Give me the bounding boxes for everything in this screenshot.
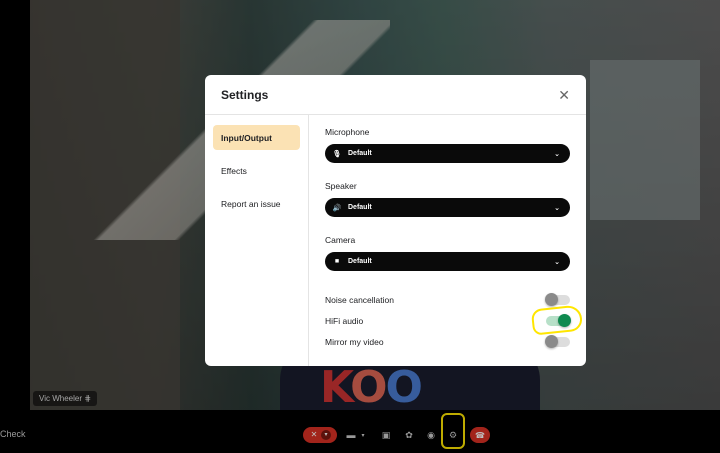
nav-item-label: Input/Output — [221, 132, 272, 143]
hifi-toggle-wrap — [530, 303, 584, 336]
close-button[interactable]: ✕ — [558, 88, 570, 102]
mirror-video-toggle[interactable] — [545, 334, 570, 348]
nav-item-effects[interactable]: Effects — [213, 158, 300, 183]
speaker-icon: 🔊 — [332, 204, 342, 212]
speaker-label: Speaker — [325, 181, 357, 191]
toggle-knob — [545, 334, 558, 348]
mirror-video-row: Mirror my video — [325, 331, 570, 352]
microphone-label: Microphone — [325, 127, 370, 137]
dialog-title: Settings — [221, 87, 269, 102]
nav-item-label: Effects — [221, 165, 247, 176]
hifi-audio-toggle[interactable] — [546, 313, 571, 327]
camera-value: Default — [348, 258, 372, 265]
chevron-down-icon: ⌄ — [554, 150, 560, 158]
nav-item-label: Report an issue — [221, 198, 281, 209]
noise-cancellation-toggle[interactable] — [545, 292, 570, 306]
chevron-down-icon: ⌄ — [554, 204, 560, 212]
chevron-down-icon: ⌄ — [554, 258, 560, 266]
noise-cancellation-row: Noise cancellation — [325, 289, 570, 310]
mic-icon: 🎙 — [332, 150, 342, 158]
video-camera-icon: ■ — [334, 258, 340, 265]
hifi-audio-label: HiFi audio — [325, 315, 364, 326]
settings-nav: Input/Output Effects Report an issue — [205, 115, 309, 366]
close-icon: ✕ — [558, 86, 570, 103]
speaker-value: Default — [348, 204, 372, 211]
hifi-audio-row: HiFi audio — [325, 303, 584, 336]
nav-item-report-issue[interactable]: Report an issue — [213, 191, 300, 216]
dialog-header: Settings ✕ — [205, 75, 586, 115]
toggle-knob — [545, 292, 558, 306]
camera-select[interactable]: ■ Default ⌄ — [325, 252, 570, 271]
mirror-video-label: Mirror my video — [325, 336, 384, 347]
camera-label: Camera — [325, 235, 356, 245]
dialog-body: Input/Output Effects Report an issue Mic… — [205, 115, 586, 366]
noise-cancellation-label: Noise cancellation — [325, 294, 394, 305]
toggle-knob — [558, 313, 571, 327]
speaker-select[interactable]: 🔊 Default ⌄ — [325, 198, 570, 217]
microphone-value: Default — [348, 150, 372, 157]
settings-content: Microphone 🎙 Default ⌄ Speaker 🔊 Default… — [309, 115, 586, 366]
settings-dialog: Settings ✕ Input/Output Effects Report a… — [205, 75, 586, 366]
nav-item-input-output[interactable]: Input/Output — [213, 125, 300, 150]
microphone-select[interactable]: 🎙 Default ⌄ — [325, 144, 570, 163]
